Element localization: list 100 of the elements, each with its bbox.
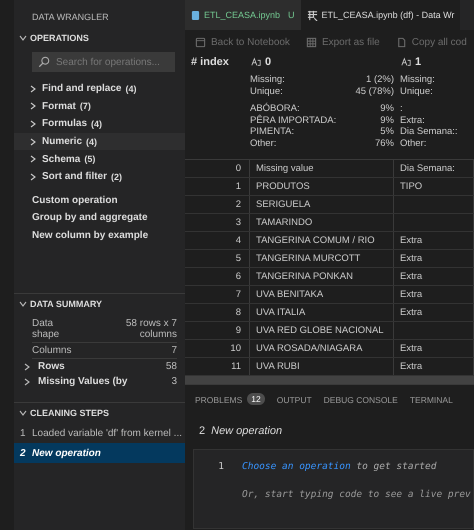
row-index: 6 — [236, 271, 241, 282]
stat-value: 9% — [380, 103, 394, 114]
table-cell: UVA ROSADA/NIAGARA — [256, 343, 362, 354]
row-index: 5 — [236, 253, 241, 264]
row-index: 0 — [236, 163, 241, 174]
column-header[interactable]: 1 — [400, 56, 422, 68]
table-cell: TAMARINDO — [256, 217, 312, 228]
row-index: 4 — [236, 235, 241, 246]
table-icon — [306, 36, 317, 48]
table-cell: Extra — [400, 343, 422, 354]
line-number: 1 — [217, 460, 224, 472]
grid-icon — [306, 10, 318, 20]
code-editor[interactable]: 1 Choose an operation to get started Or, start typing code to see a live prev — [193, 449, 474, 529]
summary-value: 58 rows x 7 columns — [124, 318, 177, 340]
copy-icon — [396, 36, 407, 48]
table-cell: TANGERINA COMUM / RIO — [256, 235, 375, 246]
stat-value: 45 (78%) — [355, 86, 394, 97]
table-cell: Extra — [400, 289, 422, 300]
stat-label: Other: — [250, 138, 276, 149]
panel-tab[interactable]: OUTPUT — [276, 395, 312, 409]
stat-label: : — [400, 103, 403, 114]
chevron-icon — [18, 33, 28, 43]
panel-tab[interactable]: DEBUG CONSOLE — [324, 395, 398, 409]
operation-item[interactable]: New column by example — [32, 226, 185, 244]
table-cell: Dia Semana: — [400, 163, 455, 174]
summary-label[interactable]: Missing Values (by — [38, 376, 166, 388]
step-title: 2 New operation — [198, 424, 282, 439]
operation-group[interactable]: Sort and filter (2) — [14, 168, 185, 186]
stat-label: PÊRA IMPORTADA: — [250, 114, 336, 126]
table-cell: UVA RED GLOBE NACIONAL — [256, 325, 384, 336]
table-cell: Extra — [400, 235, 422, 246]
column-header[interactable]: 0 — [250, 56, 272, 68]
table-cell: TANGERINA MURCOTT — [256, 253, 360, 264]
stat-label: Missing: — [250, 74, 285, 86]
summary-label: Data shape — [32, 318, 60, 340]
section-header[interactable]: OPERATIONS — [14, 28, 185, 48]
editor-hint: Or, start typing code to see a live prev — [242, 488, 471, 500]
notebook-icon — [195, 36, 206, 48]
stat-label: Dia Semana:: — [400, 126, 458, 138]
operation-group[interactable]: Find and replace (4) — [14, 80, 185, 98]
editor-tab[interactable]: ETL_CEASA.ipynb (df) - Data Wr — [300, 0, 460, 30]
table-cell: PRODUTOS — [256, 181, 310, 192]
panel-tab[interactable]: PROBLEMS 12 — [195, 395, 265, 409]
row-index: 1 — [236, 181, 241, 192]
stat-value: 1 (2%) — [366, 74, 394, 86]
chevron-icon — [28, 118, 38, 129]
stat-value: 5% — [380, 126, 394, 138]
column-header[interactable]: # index — [185, 56, 229, 68]
operation-group[interactable]: Format (7) — [14, 98, 185, 116]
table-cell: UVA ITALIA — [256, 307, 306, 318]
panel-title: DATA WRANGLER — [31, 11, 110, 24]
table-cell: Extra — [400, 271, 422, 282]
table-cell: Missing value — [256, 163, 314, 174]
operation-item[interactable]: Group by and aggregate — [32, 209, 185, 227]
operation-group[interactable]: Schema (5) — [14, 150, 185, 168]
chevron-icon — [18, 408, 28, 418]
table-cell: UVA RUBI — [256, 361, 300, 372]
chevron-icon — [28, 84, 38, 94]
notebook-icon — [191, 10, 200, 20]
summary-value: 7 — [171, 345, 177, 356]
table-cell: Extra — [400, 361, 422, 372]
text-type-icon — [400, 57, 412, 67]
panel-tab[interactable]: TERMINAL — [410, 395, 453, 409]
operation-item[interactable]: Custom operation — [32, 192, 185, 210]
stat-label: Unique: — [400, 86, 433, 97]
search-field[interactable]: Search for operations... — [32, 52, 175, 72]
chevron-icon — [28, 172, 38, 182]
stat-value: 9% — [380, 114, 394, 126]
cleaning-step[interactable]: 1 Loaded variable 'df' from kernel ... — [14, 423, 185, 444]
row-index: 3 — [236, 217, 241, 228]
chevron-icon — [28, 101, 38, 112]
chevron-icon — [28, 154, 38, 164]
summary-label: Columns — [32, 345, 72, 356]
table-cell: TANGERINA PONKAN — [256, 271, 353, 282]
stat-label: PIMENTA: — [250, 126, 294, 138]
row-index: 2 — [236, 199, 241, 210]
operation-group[interactable]: Numeric (4) — [14, 132, 185, 150]
row-index: 10 — [230, 343, 241, 354]
cleaning-step[interactable]: 2 New operation — [14, 443, 185, 464]
summary-label[interactable]: Rows — [38, 361, 160, 372]
operation-group[interactable]: Formulas (4) — [14, 115, 185, 133]
chevron-icon — [18, 299, 28, 310]
row-index: 9 — [236, 325, 241, 336]
table-cell: Extra — [400, 307, 422, 318]
scrollbar[interactable] — [185, 376, 474, 384]
table-cell: Extra — [400, 253, 422, 264]
stat-label: ABÓBORA: — [250, 103, 300, 114]
operation-link[interactable]: Choose an operation — [242, 460, 351, 472]
text-type-icon — [250, 57, 262, 67]
stat-label: Other: — [400, 138, 426, 149]
stat-label: Extra: — [400, 114, 425, 126]
editor-tab[interactable]: ETL_CEASA.ipynb U — [185, 0, 301, 30]
table-cell: SERIGUELA — [256, 199, 310, 210]
summary-value: 3 — [171, 376, 177, 388]
chevron-icon — [22, 376, 32, 387]
table-cell: UVA BENITAKA — [256, 289, 324, 300]
editor-text: Choose an operation to get started — [242, 460, 436, 472]
stat-label: Missing: — [400, 74, 435, 86]
row-index: 7 — [236, 289, 241, 300]
search-icon — [38, 56, 50, 68]
